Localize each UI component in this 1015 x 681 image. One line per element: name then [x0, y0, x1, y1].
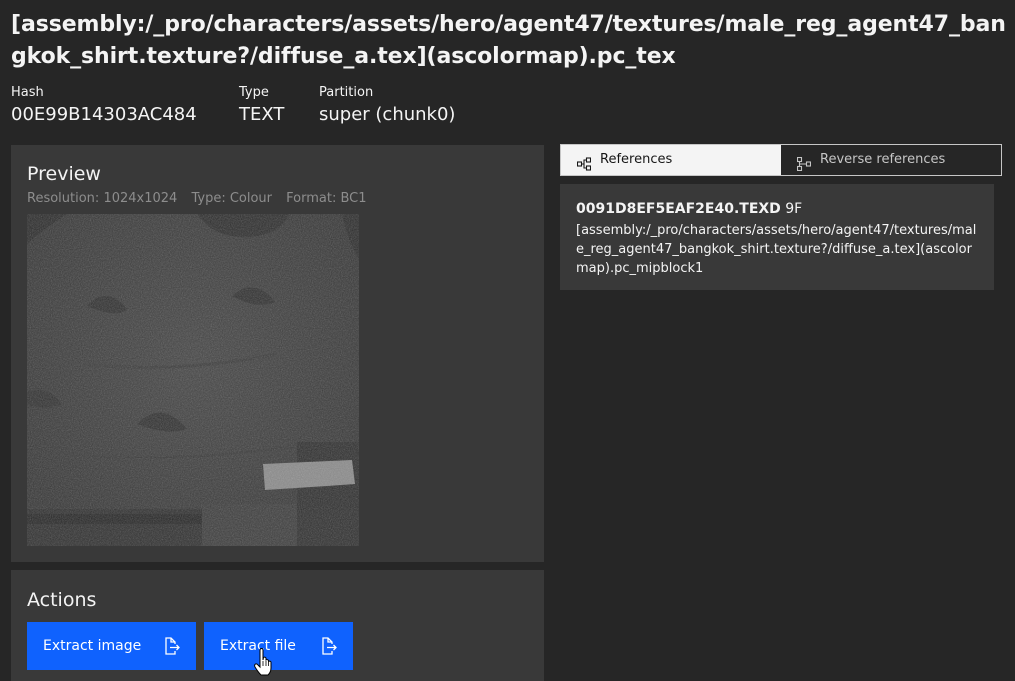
type-field: Type TEXT	[239, 85, 284, 128]
actions-panel: Actions Extract image Extract file	[11, 570, 544, 681]
file-details-page: [assembly:/_pro/characters/assets/hero/a…	[0, 0, 1015, 681]
type-label: Type	[239, 85, 269, 100]
partition-field: Partition super (chunk0)	[319, 85, 455, 128]
hash-field: Hash 00E99B14303AC484	[11, 85, 197, 128]
export-icon	[321, 637, 337, 655]
reference-heading: 0091D8EF5EAF2E40.TEXD 9F	[576, 200, 978, 218]
preview-info: Resolution: 1024x1024 Type: Colour Forma…	[27, 191, 377, 206]
resolution-text: Resolution: 1024x1024	[27, 191, 178, 206]
extract-image-label: Extract image	[43, 638, 142, 654]
preview-title: Preview	[27, 163, 101, 185]
references-tabs: References Reverse references	[560, 144, 1002, 176]
actions-title: Actions	[27, 589, 97, 611]
export-icon	[164, 637, 180, 655]
texture-preview-image	[27, 214, 359, 546]
tab-references-label: References	[600, 152, 673, 167]
preview-panel: Preview Resolution: 1024x1024 Type: Colo…	[11, 145, 544, 562]
extract-image-button[interactable]: Extract image	[27, 622, 196, 670]
tree-view-icon	[576, 153, 592, 171]
extract-file-button[interactable]: Extract file	[204, 622, 353, 670]
tab-reverse-references-label: Reverse references	[820, 152, 946, 167]
tree-view-alt-icon	[796, 153, 812, 172]
reference-flag: 9F	[785, 201, 803, 217]
partition-value: super (chunk0)	[319, 104, 456, 125]
format-text: Format: BC1	[286, 191, 367, 206]
reference-card[interactable]: 0091D8EF5EAF2E40.TEXD 9F [assembly:/_pro…	[560, 184, 994, 290]
reference-hash: 0091D8EF5EAF2E40.TEXD	[576, 201, 781, 217]
type-value: TEXT	[239, 104, 285, 125]
hand-pointer-icon	[253, 647, 275, 676]
tab-references[interactable]: References	[561, 145, 781, 175]
hash-label: Hash	[11, 85, 44, 100]
page-title: [assembly:/_pro/characters/assets/hero/a…	[11, 12, 1006, 69]
texture-type-text: Type: Colour	[191, 191, 273, 206]
hash-value: 00E99B14303AC484	[11, 104, 197, 125]
partition-label: Partition	[319, 85, 374, 100]
reference-path: [assembly:/_pro/characters/assets/hero/a…	[576, 223, 977, 276]
tab-reverse-references[interactable]: Reverse references	[781, 145, 1001, 175]
